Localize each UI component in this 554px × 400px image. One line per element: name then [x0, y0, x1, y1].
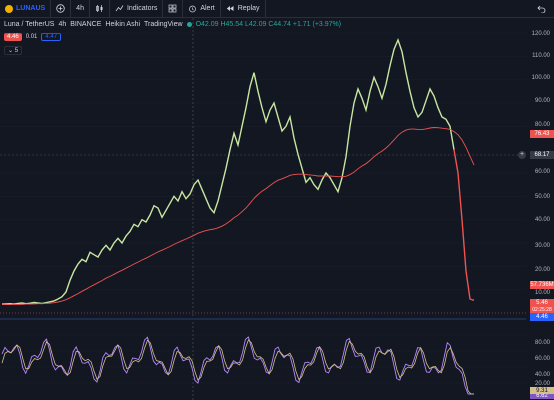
price-tick: 60.00: [534, 169, 550, 175]
price-tick: 20.00: [534, 267, 550, 273]
osc-tick: 60.00: [534, 356, 550, 362]
replay-label: Replay: [237, 5, 260, 12]
price-tick: 110.00: [532, 53, 550, 59]
replay-button[interactable]: Replay: [221, 0, 266, 17]
replay-icon: [226, 6, 234, 11]
price-series-line: [1, 38, 455, 305]
oscillator-d-line: [1, 339, 474, 395]
indicators-icon: [115, 5, 124, 12]
price-tick: 120.00: [531, 31, 550, 37]
indicators-button[interactable]: Indicators: [110, 0, 164, 17]
buy-button[interactable]: 4.47: [41, 33, 62, 41]
legend-title: Luna / TetherUS: [4, 21, 55, 28]
legend-exchange: BINANCE: [70, 21, 102, 28]
timeframe-label: 4h: [76, 5, 84, 12]
layouts-button[interactable]: [163, 0, 184, 17]
alert-label: Alert: [200, 5, 215, 12]
crosshair-plus-icon[interactable]: +: [518, 151, 526, 159]
crosshair-price-tag: 68.17: [530, 151, 554, 159]
price-tick: 30.00: [534, 243, 550, 249]
plus-circle-icon: [56, 4, 65, 13]
spread-value: 0.01: [25, 34, 38, 40]
legend-source: TradingView: [144, 21, 183, 28]
symbol-search-button[interactable]: LUNAUS: [0, 0, 52, 17]
legend-interval: 4h: [58, 21, 67, 28]
alarm-clock-icon: [189, 5, 197, 13]
legend-ohlc: O42.09 H45.54 L42.09 C44.74 +1.71 (+3.97…: [195, 21, 342, 28]
chart-legend: Luna / TetherUS 4h BINANCE Heikin Ashi T…: [4, 21, 345, 28]
alert-button[interactable]: Alert: [183, 0, 221, 17]
price-tick: 90.00: [534, 98, 550, 104]
indicators-collapse-button[interactable]: ⌄ 5: [4, 46, 23, 55]
indicators-label: Indicators: [126, 5, 158, 12]
price-tick: 100.00: [531, 75, 550, 81]
ma-price-tag: 76.43: [530, 130, 554, 138]
undo-icon: [537, 5, 546, 13]
oscillator-k-line: [1, 336, 474, 395]
volume-strip: [0, 318, 526, 320]
crash-series-line: [453, 149, 475, 301]
chevron-down-icon: ⌄: [8, 48, 14, 54]
collapse-count: 5: [14, 48, 19, 54]
timeframe-button[interactable]: 4h: [71, 0, 90, 17]
price-tick: 40.00: [534, 217, 550, 223]
sell-button[interactable]: 4.46: [4, 33, 22, 41]
volume-tag: 57.736M: [530, 281, 554, 289]
osc-tick: 40.00: [534, 372, 550, 378]
chart-type-button[interactable]: [90, 0, 110, 17]
blue-price-tag: 4.46: [530, 313, 554, 321]
market-status-icon: [186, 22, 192, 27]
price-tick: 80.00: [534, 122, 550, 128]
grid-icon: [168, 4, 177, 13]
add-symbol-button[interactable]: [51, 0, 72, 17]
price-tick: 10.00: [534, 290, 550, 296]
candles-icon: [96, 5, 103, 12]
order-panel: 4.46 0.01 4.47: [4, 33, 62, 41]
luna-logo-icon: [5, 4, 13, 13]
legend-chart-style: Heikin Ashi: [105, 21, 141, 28]
osc-d-tag: 6.62: [530, 394, 554, 399]
undo-button[interactable]: [529, 4, 554, 13]
symbol-label: LUNAUS: [16, 5, 46, 12]
price-tick: 50.00: [534, 194, 550, 200]
moving-average-line: [2, 127, 475, 306]
price-chart[interactable]: [0, 0, 554, 400]
top-toolbar: LUNAUS 4h Indicators Alert Replay: [0, 0, 554, 18]
osc-tick: 80.00: [534, 340, 550, 346]
